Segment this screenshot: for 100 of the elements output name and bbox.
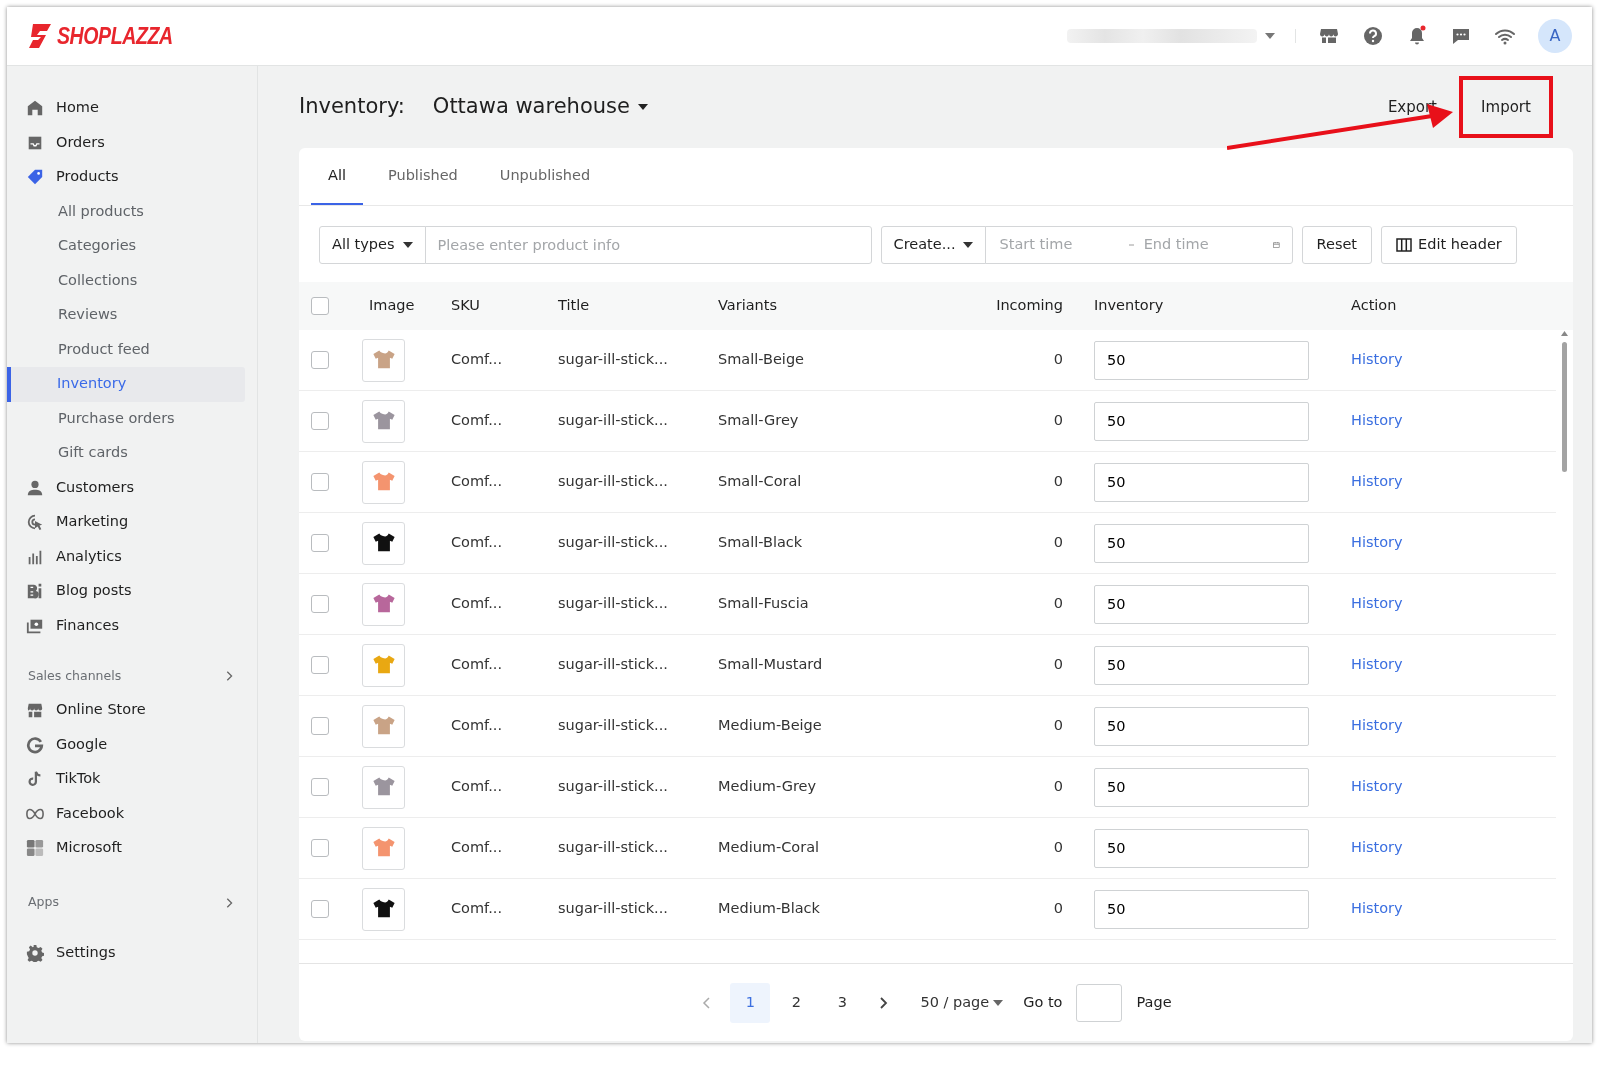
row-checkbox[interactable] [311, 839, 329, 857]
inventory-field[interactable]: 50 [1094, 706, 1309, 746]
table-cell: sugar-ill-stick... [558, 534, 668, 551]
sidebar-subitem[interactable]: Purchase orders [8, 401, 245, 436]
sidebar-item[interactable]: Google [7, 727, 245, 762]
avatar[interactable]: A [1538, 19, 1572, 53]
target-icon [26, 513, 44, 532]
store-icon [26, 701, 44, 720]
row-checkbox[interactable] [311, 473, 329, 491]
column-header: Action [1351, 297, 1397, 314]
table-cell: sugar-ill-stick... [558, 717, 668, 734]
inventory-field[interactable]: 50 [1094, 523, 1309, 563]
brand-logo[interactable]: SHOPLAZZA [57, 18, 173, 54]
sidebar-subitem[interactable]: Collections [8, 263, 245, 298]
page-button[interactable]: 1 [730, 982, 771, 1023]
type-dropdown[interactable]: All types [319, 226, 426, 264]
sidebar-subitem[interactable]: Reviews [8, 298, 245, 333]
location-dropdown[interactable]: Ottawa warehouse [428, 91, 652, 123]
caret-icon [402, 242, 413, 248]
sidebar-subitem[interactable]: All products [8, 194, 245, 229]
inventory-field[interactable]: 50 [1094, 767, 1309, 807]
inventory-field[interactable]: 50 [1094, 340, 1309, 380]
section-heading: Apps [28, 893, 59, 912]
row-checkbox[interactable] [311, 351, 329, 369]
row-checkbox[interactable] [311, 412, 329, 430]
inventory-field[interactable]: 50 [1094, 462, 1309, 502]
section-heading: Sales channels [28, 666, 122, 685]
caret-icon [637, 104, 648, 110]
sidebar-item[interactable]: Facebook [7, 796, 245, 831]
table-cell: Small-Grey [718, 412, 799, 429]
highlighted-button[interactable]: Import [1459, 76, 1553, 138]
table-cell: 0 [1053, 473, 1063, 490]
table-cell: Medium-Black [718, 900, 820, 917]
logo-icon [27, 23, 53, 49]
search-field[interactable]: Please enter product info [424, 226, 872, 264]
history-link[interactable]: History [1351, 473, 1403, 490]
column-header: Incoming [996, 297, 1063, 314]
tab[interactable]: All [311, 148, 363, 205]
row-checkbox[interactable] [311, 656, 329, 674]
inventory-field[interactable]: 50 [1094, 645, 1309, 685]
sidebar-item[interactable]: Products [7, 160, 245, 195]
history-link[interactable]: History [1351, 412, 1403, 429]
inventory-field[interactable]: 50 [1094, 584, 1309, 624]
tab[interactable]: Published [371, 148, 475, 205]
history-link[interactable]: History [1351, 534, 1403, 551]
table-cell: 0 [1053, 534, 1063, 551]
sidebar-item[interactable]: Blog posts [7, 574, 245, 609]
page-button[interactable]: 3 [822, 982, 863, 1023]
sidebar-item[interactable]: Marketing [7, 505, 245, 540]
sidebar-item[interactable]: TikTok [7, 762, 245, 797]
edit-header-button[interactable]: Edit header [1381, 226, 1517, 264]
inventory-field[interactable]: 50 [1094, 828, 1309, 868]
column-header: Title [558, 297, 590, 314]
columns-icon [1396, 237, 1413, 253]
caret-icon[interactable] [1265, 33, 1275, 39]
history-link[interactable]: History [1351, 717, 1403, 734]
home-icon [26, 99, 44, 118]
table-cell: Medium-Beige [718, 717, 822, 734]
caret-icon [993, 999, 1004, 1006]
sidebar-item[interactable]: Home [7, 91, 245, 126]
page-label: Page [1136, 992, 1172, 1012]
page-button[interactable]: 2 [776, 982, 817, 1023]
sidebar-item[interactable]: Customers [7, 470, 245, 505]
history-link[interactable]: History [1351, 351, 1403, 368]
history-link[interactable]: History [1351, 839, 1403, 856]
tab[interactable]: Unpublished [482, 148, 608, 205]
inventory-field[interactable]: 50 [1094, 401, 1309, 441]
sidebar-item[interactable]: Orders [7, 125, 245, 160]
sidebar-item[interactable]: Finances [7, 608, 245, 643]
scroll-up-icon[interactable] [1561, 330, 1568, 338]
row-checkbox[interactable] [311, 595, 329, 613]
page-size-dropdown[interactable]: 50 / page [914, 982, 1010, 1023]
history-link[interactable]: History [1351, 900, 1403, 917]
row-checkbox[interactable] [311, 534, 329, 552]
reset-button[interactable]: Reset [1301, 226, 1373, 264]
sidebar-item[interactable]: Settings [7, 935, 245, 970]
row-checkbox[interactable] [311, 717, 329, 735]
row-checkbox[interactable] [311, 778, 329, 796]
table-cell: Comf... [451, 778, 502, 795]
row-checkbox[interactable] [311, 900, 329, 918]
table-cell: Comf... [451, 839, 502, 856]
help-icon[interactable] [1362, 25, 1384, 47]
inventory-field[interactable]: 50 [1094, 889, 1309, 929]
table-cell: sugar-ill-stick... [558, 656, 668, 673]
table-cell: Small-Mustard [718, 656, 823, 673]
sidebar-subitem[interactable]: Gift cards [8, 436, 245, 471]
history-link[interactable]: History [1351, 778, 1403, 795]
sidebar-subitem[interactable]: Product feed [8, 332, 245, 367]
date-range-picker[interactable]: Start time End time [984, 226, 1293, 264]
sidebar-item[interactable]: Analytics [7, 539, 245, 574]
sidebar-item[interactable]: Microsoft [7, 831, 245, 866]
created-dropdown[interactable]: Create... [880, 226, 986, 264]
tiles-icon [26, 839, 44, 858]
history-link[interactable]: History [1351, 595, 1403, 612]
history-link[interactable]: History [1351, 656, 1403, 673]
sidebar-item[interactable]: Online Store [7, 693, 245, 728]
table-cell: Comf... [451, 656, 502, 673]
sidebar-subitem[interactable]: Categories [8, 229, 245, 264]
select-all-checkbox[interactable] [311, 297, 329, 315]
page-number-field[interactable] [1076, 983, 1123, 1022]
